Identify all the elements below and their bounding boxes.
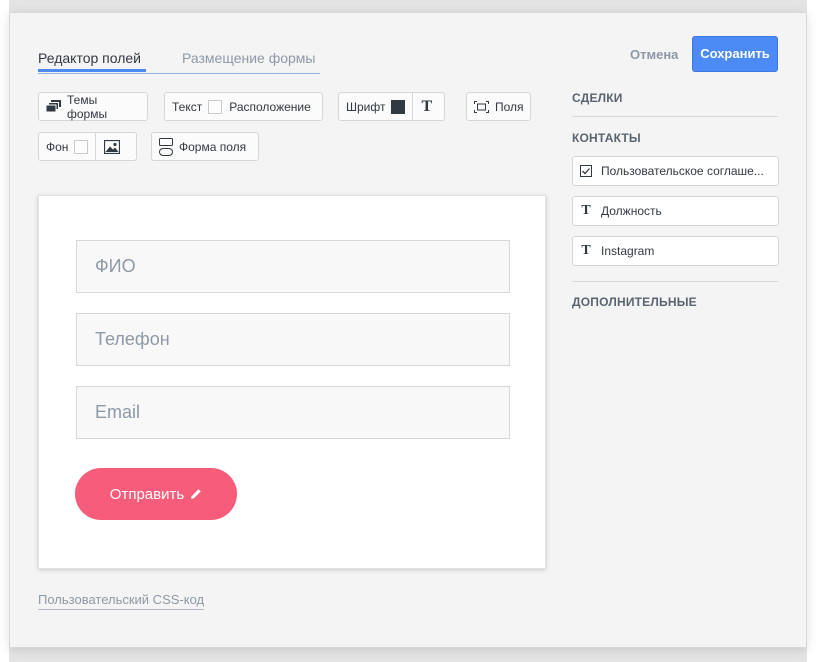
form-editor-modal: Редактор полей Размещение формы Отмена С… [9, 12, 807, 648]
background-image-button[interactable] [95, 133, 128, 160]
submit-button[interactable]: Отправить [75, 468, 237, 520]
font-color-swatch [391, 99, 406, 114]
form-field-phone[interactable]: Телефон [76, 313, 510, 366]
text-color-button[interactable]: Текст [165, 93, 223, 120]
form-field-email[interactable]: Email [76, 386, 510, 439]
image-icon [104, 139, 121, 154]
font-settings-group: Шрифт T [338, 92, 445, 121]
background-label: Фон [46, 139, 69, 154]
sidebar-item-label: Должность [601, 204, 662, 218]
background-settings-group: Фон [38, 132, 137, 161]
font-color-button[interactable]: Шрифт [339, 93, 412, 120]
fields-label: Поля [495, 99, 524, 114]
padding-button[interactable]: Поля [466, 92, 531, 121]
padding-icon [474, 100, 489, 113]
pencil-icon[interactable] [190, 488, 202, 500]
divider [572, 281, 778, 282]
section-deals-heading[interactable]: СДЕЛКИ [572, 91, 623, 105]
tab-bar: Редактор полей Размещение формы [38, 49, 320, 74]
font-type-icon: T [421, 97, 433, 115]
tab-field-editor[interactable]: Редактор полей [38, 49, 141, 67]
cancel-button[interactable]: Отмена [630, 47, 678, 62]
form-preview: ФИО Телефон Email Отправить [38, 195, 546, 569]
sidebar-item-label: Пользовательское соглаше... [601, 164, 764, 178]
sidebar-item-position[interactable]: T Должность [572, 196, 779, 226]
sidebar-item-instagram[interactable]: T Instagram [572, 236, 779, 266]
save-button[interactable]: Сохранить [692, 36, 778, 72]
background-color-button[interactable]: Фон [39, 133, 95, 160]
background-page-left [0, 0, 9, 662]
background-color-swatch [74, 139, 89, 154]
text-settings-group: Текст Расположение [164, 92, 323, 121]
field-shape-label: Форма поля [179, 139, 247, 154]
form-themes-label: Темы формы [67, 92, 108, 121]
custom-css-link[interactable]: Пользовательский CSS-код [38, 592, 205, 610]
active-tab-indicator [38, 69, 146, 72]
location-label: Расположение [229, 99, 311, 114]
section-additional-heading[interactable]: ДОПОЛНИТЕЛЬНЫЕ [572, 295, 697, 309]
field-shape-button[interactable]: Форма поля [151, 132, 259, 161]
sidebar-item-user-agreement[interactable]: Пользовательское соглаше... [572, 156, 779, 186]
text-location-button[interactable]: Расположение [222, 93, 318, 120]
divider [572, 116, 778, 117]
text-label: Текст [172, 99, 203, 114]
submit-label: Отправить [109, 485, 185, 503]
text-icon: T [581, 243, 591, 258]
background-page-right [807, 0, 822, 662]
section-contacts-heading[interactable]: КОНТАКТЫ [572, 131, 641, 145]
tab-form-placement[interactable]: Размещение формы [182, 49, 316, 67]
sidebar-item-label: Instagram [601, 244, 655, 258]
font-label: Шрифт [346, 99, 386, 114]
text-icon: T [581, 203, 591, 218]
checkbox-icon [579, 165, 593, 177]
form-field-full-name[interactable]: ФИО [76, 240, 510, 293]
text-color-swatch [208, 99, 223, 114]
layers-icon [46, 100, 61, 113]
font-family-button[interactable]: T [412, 93, 440, 120]
form-themes-button[interactable]: Темы формы [38, 92, 148, 121]
field-shape-icon [159, 137, 173, 156]
